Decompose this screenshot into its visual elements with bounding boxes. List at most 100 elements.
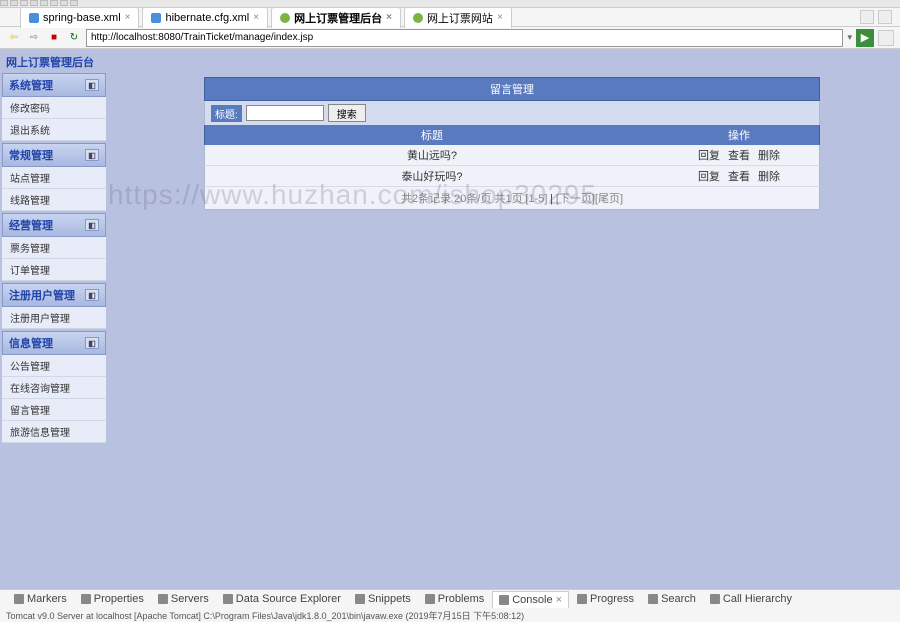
menu-item[interactable]: 订单管理 bbox=[2, 259, 106, 281]
bottom-tab[interactable]: Markers bbox=[8, 591, 73, 608]
view-icon bbox=[425, 594, 435, 604]
bottom-tab-label: Call Hierarchy bbox=[723, 593, 792, 605]
view-icon bbox=[14, 594, 24, 604]
bottom-tab[interactable]: Servers bbox=[152, 591, 215, 608]
go-button[interactable]: ▶ bbox=[856, 29, 874, 47]
search-input[interactable] bbox=[246, 105, 324, 121]
bottom-tab[interactable]: Console × bbox=[492, 591, 569, 608]
search-row: 标题: 搜索 bbox=[204, 101, 820, 125]
web-icon bbox=[280, 13, 290, 23]
pager: 共2条记录 20条/页 共1页 [1-5] | [下一页][尾页] bbox=[204, 187, 820, 210]
menu-header-label: 注册用户管理 bbox=[9, 287, 75, 303]
bottom-tab-label: Snippets bbox=[368, 593, 411, 605]
menu-header[interactable]: 信息管理◧ bbox=[2, 331, 106, 355]
view-icon bbox=[223, 594, 233, 604]
editor-tabs: spring-base.xml×hibernate.cfg.xml×网上订票管理… bbox=[0, 8, 900, 27]
url-input[interactable] bbox=[86, 29, 843, 47]
maximize-icon[interactable] bbox=[878, 10, 892, 24]
forward-button[interactable]: ⇨ bbox=[26, 30, 42, 46]
table-row: 黄山远吗?回复查看删除 bbox=[204, 145, 820, 166]
expand-icon[interactable]: ◧ bbox=[85, 149, 99, 161]
bottom-tab-label: Console bbox=[512, 594, 552, 606]
pager-sep: | bbox=[550, 193, 553, 205]
editor-tab[interactable]: 网上订票管理后台× bbox=[271, 7, 401, 28]
menu-item[interactable]: 旅游信息管理 bbox=[2, 421, 106, 443]
bottom-tab-label: Progress bbox=[590, 593, 634, 605]
menu-item[interactable]: 在线咨询管理 bbox=[2, 377, 106, 399]
view-icon bbox=[499, 595, 509, 605]
expand-icon[interactable]: ◧ bbox=[85, 79, 99, 91]
col-title: 标题 bbox=[205, 125, 659, 145]
menu-header-label: 系统管理 bbox=[9, 77, 53, 93]
pager-current[interactable]: [1-5] bbox=[525, 193, 547, 205]
menu-item[interactable]: 修改密码 bbox=[2, 97, 106, 119]
menu-item[interactable]: 公告管理 bbox=[2, 355, 106, 377]
op-link[interactable]: 查看 bbox=[728, 150, 750, 162]
bottom-tab[interactable]: Snippets bbox=[349, 591, 417, 608]
tab-label: spring-base.xml bbox=[43, 12, 121, 24]
editor-tab[interactable]: spring-base.xml × bbox=[20, 7, 139, 28]
close-icon[interactable]: × bbox=[386, 12, 392, 23]
address-bar: ⇦ ⇨ ■ ↻ ▾ ▶ bbox=[0, 27, 900, 49]
bottom-tab-label: Servers bbox=[171, 593, 209, 605]
view-icon bbox=[158, 594, 168, 604]
bottom-tab[interactable]: Call Hierarchy bbox=[704, 591, 798, 608]
close-icon[interactable]: × bbox=[556, 594, 562, 606]
op-link[interactable]: 回复 bbox=[698, 150, 720, 162]
menu-item[interactable]: 注册用户管理 bbox=[2, 307, 106, 329]
pager-last[interactable]: [下一页][尾页] bbox=[556, 193, 623, 205]
menu-header[interactable]: 常规管理◧ bbox=[2, 143, 106, 167]
menu-header[interactable]: 经营管理 ◧ bbox=[2, 213, 106, 237]
expand-icon[interactable]: ◧ bbox=[85, 219, 99, 231]
editor-tab[interactable]: hibernate.cfg.xml× bbox=[142, 7, 268, 28]
op-link[interactable]: 删除 bbox=[758, 171, 780, 183]
settings-icon[interactable] bbox=[878, 30, 894, 46]
menu-item[interactable]: 线路管理 bbox=[2, 189, 106, 211]
bottom-tab[interactable]: Progress bbox=[571, 591, 640, 608]
bottom-tab[interactable]: Properties bbox=[75, 591, 150, 608]
menu-header[interactable]: 注册用户管理 ◧ bbox=[2, 283, 106, 307]
back-button[interactable]: ⇦ bbox=[6, 30, 22, 46]
minimize-icon[interactable] bbox=[860, 10, 874, 24]
cell-ops: 回复查看删除 bbox=[659, 145, 819, 165]
bottom-tab-label: Markers bbox=[27, 593, 67, 605]
status-line: Tomcat v9.0 Server at localhost [Apache … bbox=[0, 608, 900, 622]
bottom-tab[interactable]: Data Source Explorer bbox=[217, 591, 347, 608]
expand-icon[interactable]: ◧ bbox=[85, 337, 99, 349]
bottom-tabs: Markers Properties Servers Data Source Expl… bbox=[0, 589, 900, 608]
xml-icon bbox=[151, 13, 161, 23]
cell-title: 黄山远吗? bbox=[205, 145, 659, 165]
content-area: https://www.huzhan.com/ishop30295 留言管理 标… bbox=[108, 49, 900, 589]
menu-item[interactable]: 退出系统 bbox=[2, 119, 106, 141]
close-icon[interactable]: × bbox=[497, 12, 503, 23]
search-label: 标题: bbox=[211, 105, 242, 122]
view-icon bbox=[710, 594, 720, 604]
panel-title: 留言管理 bbox=[204, 77, 820, 101]
expand-icon[interactable]: ◧ bbox=[85, 289, 99, 301]
bottom-tab[interactable]: Search bbox=[642, 591, 702, 608]
close-icon[interactable]: × bbox=[253, 12, 259, 23]
stop-button[interactable]: ■ bbox=[46, 30, 62, 46]
main-area: 网上订票管理后台 系统管理◧修改密码退出系统常规管理◧站点管理线路管理经营管理◧… bbox=[0, 49, 900, 589]
menu-header[interactable]: 系统管理 ◧ bbox=[2, 73, 106, 97]
bottom-tab-label: Search bbox=[661, 593, 696, 605]
dropdown-icon[interactable]: ▾ bbox=[847, 32, 852, 43]
panel: 留言管理 标题: 搜索 标题 操作 黄山远吗?回复查看删除泰山好玩吗?回复查看删… bbox=[204, 77, 820, 210]
editor-tab[interactable]: 网上订票网站 × bbox=[404, 7, 512, 28]
refresh-button[interactable]: ↻ bbox=[66, 30, 82, 46]
bottom-tab[interactable]: Problems bbox=[419, 591, 490, 608]
op-link[interactable]: 查看 bbox=[728, 171, 750, 183]
search-button[interactable]: 搜索 bbox=[328, 104, 366, 122]
menu-header-label: 经营管理 bbox=[9, 217, 53, 233]
close-icon[interactable]: × bbox=[125, 12, 131, 23]
table-row: 泰山好玩吗?回复查看删除 bbox=[204, 166, 820, 187]
menu-item[interactable]: 票务管理 bbox=[2, 237, 106, 259]
web-icon bbox=[413, 13, 423, 23]
table-header: 标题 操作 bbox=[204, 125, 820, 145]
op-link[interactable]: 删除 bbox=[758, 150, 780, 162]
menu-item[interactable]: 站点管理 bbox=[2, 167, 106, 189]
op-link[interactable]: 回复 bbox=[698, 171, 720, 183]
bottom-tab-label: Properties bbox=[94, 593, 144, 605]
tab-label: 网上订票网站 bbox=[427, 10, 493, 26]
menu-item[interactable]: 留言管理 bbox=[2, 399, 106, 421]
